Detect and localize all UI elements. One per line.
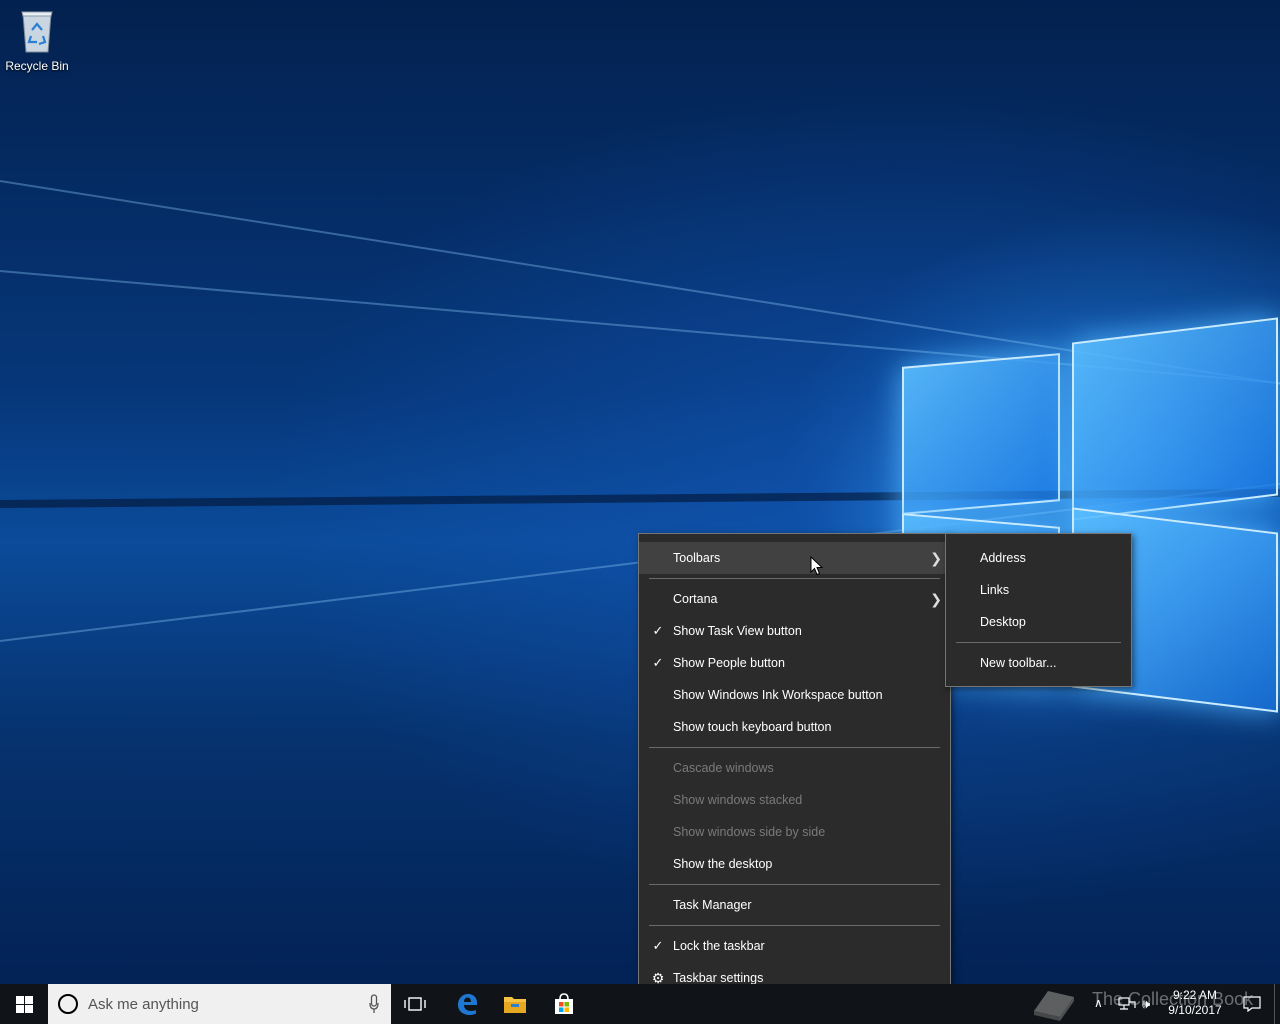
menu-item-label: Task Manager	[673, 898, 752, 912]
menu-item-lock-the-taskbar[interactable]: ✓ Lock the taskbar	[639, 930, 950, 962]
taskbar: ∧ 🕪 9:22 AM 9/10/2017	[0, 984, 1280, 1024]
show-hidden-icons-button[interactable]: ∧	[1094, 996, 1108, 1012]
submenu-item-desktop[interactable]: Desktop	[946, 606, 1131, 638]
menu-item-show-touch-keyboard-button[interactable]: Show touch keyboard button	[639, 711, 950, 743]
microphone-icon[interactable]	[369, 994, 379, 1014]
toolbars-submenu: Address Links Desktop New toolbar...	[945, 533, 1132, 687]
menu-item-label: Cascade windows	[673, 761, 774, 775]
menu-item-label: Address	[980, 551, 1026, 565]
menu-item-label: Show windows side by side	[673, 825, 826, 839]
recycle-bin-icon	[21, 11, 53, 53]
menu-item-label: Show the desktop	[673, 857, 773, 871]
menu-separator	[649, 884, 940, 885]
chevron-up-icon: ∧	[1094, 996, 1103, 1010]
menu-item-show-people-button[interactable]: ✓ Show People button	[639, 647, 950, 679]
menu-item-show-task-view-button[interactable]: ✓ Show Task View button	[639, 615, 950, 647]
file-explorer-icon	[504, 997, 526, 1013]
menu-item-label: Links	[980, 583, 1010, 597]
menu-item-label: Lock the taskbar	[673, 939, 765, 953]
task-view-button[interactable]	[391, 984, 439, 1024]
search-input[interactable]	[88, 995, 358, 1013]
menu-item-label: Show Windows Ink Workspace button	[673, 688, 883, 702]
checkmark-icon: ✓	[652, 623, 664, 638]
submenu-item-links[interactable]: Links	[946, 574, 1131, 606]
store-icon	[555, 993, 573, 1014]
windows-logo-pane	[1072, 317, 1278, 521]
clock[interactable]: 9:22 AM 9/10/2017	[1160, 988, 1230, 1018]
store-taskbar-button[interactable]	[540, 984, 588, 1024]
menu-item-label: Show windows stacked	[673, 793, 803, 807]
file-explorer-taskbar-button[interactable]	[491, 984, 539, 1024]
clock-date: 9/10/2017	[1168, 1003, 1222, 1017]
show-desktop-button[interactable]	[1274, 984, 1280, 1024]
submenu-item-new-toolbar[interactable]: New toolbar...	[946, 647, 1131, 679]
network-icon[interactable]	[1118, 994, 1136, 1012]
edge-taskbar-button[interactable]	[443, 984, 491, 1024]
desktop-icon-recycle-bin[interactable]: Recycle Bin	[4, 6, 70, 73]
submenu-item-address[interactable]: Address	[946, 542, 1131, 574]
notification-icon	[1243, 996, 1261, 1012]
menu-item-show-windows-stacked: Show windows stacked	[639, 784, 950, 816]
windows-logo-pane	[902, 353, 1060, 515]
cortana-icon	[58, 994, 78, 1014]
volume-icon[interactable]: 🕪	[1142, 996, 1150, 1012]
menu-item-cascade-windows: Cascade windows	[639, 752, 950, 784]
checkmark-icon: ✓	[652, 655, 664, 670]
menu-separator	[649, 578, 940, 579]
taskbar-context-menu: Toolbars ❯ Cortana ❯ ✓ Show Task View bu…	[638, 533, 951, 1002]
action-center-button[interactable]	[1234, 984, 1270, 1024]
menu-item-show-ink-workspace-button[interactable]: Show Windows Ink Workspace button	[639, 679, 950, 711]
menu-item-show-the-desktop[interactable]: Show the desktop	[639, 848, 950, 880]
menu-item-show-windows-side-by-side: Show windows side by side	[639, 816, 950, 848]
menu-item-label: Taskbar settings	[673, 971, 764, 985]
desktop-icon-label: Recycle Bin	[5, 59, 69, 73]
menu-separator	[649, 747, 940, 748]
windows-logo-icon	[15, 995, 33, 1013]
edge-icon	[458, 994, 477, 1015]
cortana-search-box[interactable]	[48, 984, 391, 1024]
start-button[interactable]	[0, 984, 48, 1024]
menu-item-label: Cortana	[673, 592, 718, 606]
menu-item-toolbars[interactable]: Toolbars ❯	[639, 542, 950, 574]
menu-item-label: Show Task View button	[673, 624, 802, 638]
menu-separator	[956, 642, 1121, 643]
menu-item-cortana[interactable]: Cortana ❯	[639, 583, 950, 615]
checkmark-icon: ✓	[652, 938, 664, 953]
chevron-right-icon: ❯	[930, 591, 942, 607]
menu-item-label: Toolbars	[673, 551, 721, 565]
clock-time: 9:22 AM	[1172, 988, 1218, 1002]
menu-item-label: Show People button	[673, 656, 785, 670]
menu-item-label: Show touch keyboard button	[673, 720, 832, 734]
menu-separator	[649, 925, 940, 926]
task-view-icon	[404, 997, 426, 1011]
menu-item-label: Desktop	[980, 615, 1026, 629]
menu-item-label: New toolbar...	[980, 656, 1057, 670]
mouse-cursor-icon	[810, 556, 824, 576]
chevron-right-icon: ❯	[930, 550, 942, 566]
menu-item-task-manager[interactable]: Task Manager	[639, 889, 950, 921]
